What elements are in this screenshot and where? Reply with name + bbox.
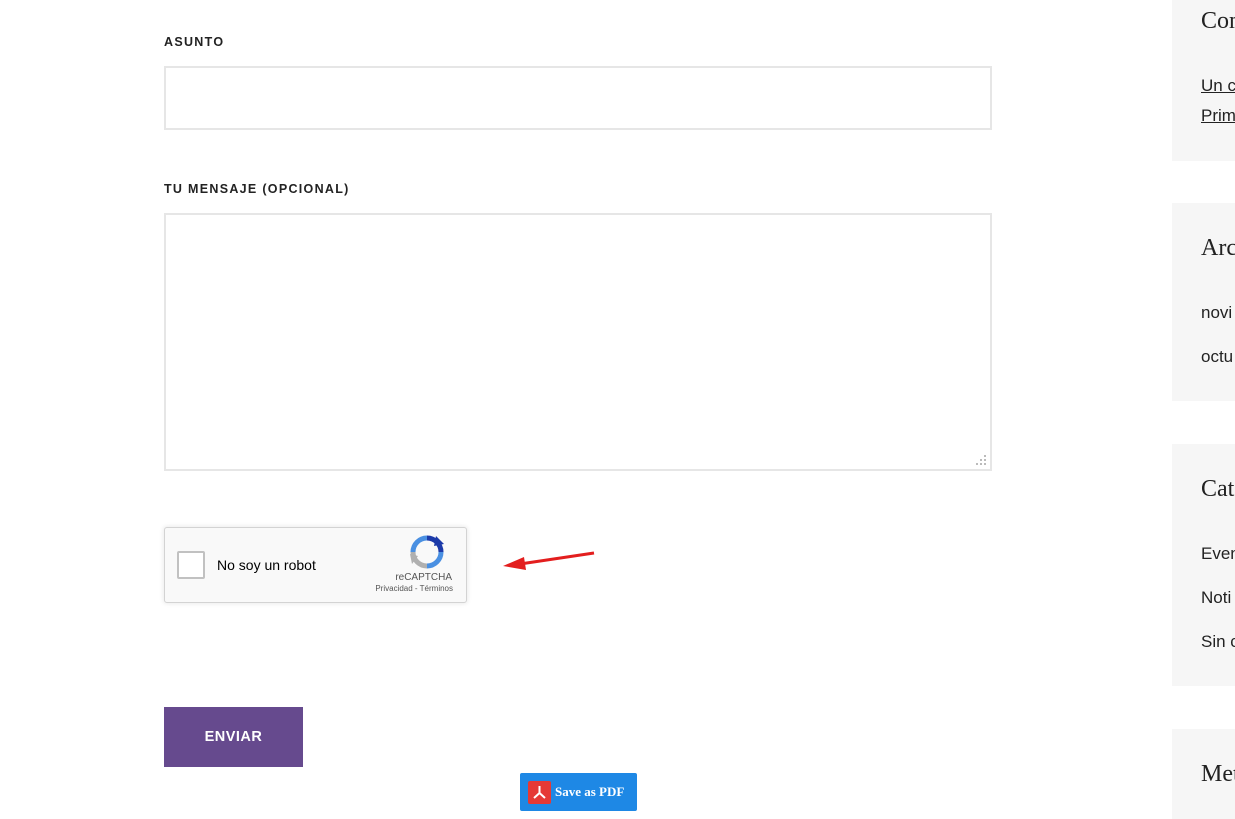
- sidebar-widget-comments: Com Un c Prim: [1172, 0, 1235, 161]
- recaptcha-brand: reCAPTCHA: [395, 572, 452, 583]
- recaptcha-label: No soy un robot: [217, 557, 316, 573]
- widget-title: Com: [1201, 8, 1235, 34]
- comment-link[interactable]: Prim: [1201, 106, 1235, 126]
- archive-link[interactable]: octu: [1201, 347, 1233, 367]
- widget-title: Met: [1201, 761, 1235, 787]
- recaptcha-checkbox[interactable]: [177, 551, 205, 579]
- red-arrow-icon: [503, 551, 595, 570]
- comment-link[interactable]: Un c: [1201, 76, 1235, 96]
- recaptcha-logo-icon: [410, 535, 444, 569]
- category-link[interactable]: Even: [1201, 544, 1235, 564]
- subject-input[interactable]: [164, 66, 992, 130]
- category-link[interactable]: Sin c: [1201, 632, 1235, 652]
- recaptcha-widget: No soy un robot reCAPTCHA Privacidad - T…: [164, 527, 467, 603]
- sidebar-widget-meta: Met: [1172, 729, 1235, 819]
- category-link[interactable]: Noti: [1201, 588, 1231, 608]
- submit-button[interactable]: ENVIAR: [164, 707, 303, 767]
- sidebar-widget-archives: Arc novi octu: [1172, 203, 1235, 401]
- recaptcha-links[interactable]: Privacidad - Términos: [375, 584, 453, 593]
- message-label: TU MENSAJE (OPCIONAL): [164, 182, 350, 196]
- subject-label: ASUNTO: [164, 35, 225, 49]
- sidebar-widget-categories: Cat Even Noti Sin c: [1172, 444, 1235, 686]
- message-textarea[interactable]: [164, 213, 992, 471]
- archive-link[interactable]: novi: [1201, 303, 1232, 323]
- widget-title: Arc: [1201, 235, 1235, 261]
- pdf-icon: [528, 780, 551, 804]
- save-as-pdf-label: Save as PDF: [555, 784, 625, 799]
- resize-grip-icon[interactable]: [975, 454, 987, 466]
- save-as-pdf-button[interactable]: Save as PDF: [520, 773, 637, 811]
- widget-title: Cat: [1201, 476, 1235, 502]
